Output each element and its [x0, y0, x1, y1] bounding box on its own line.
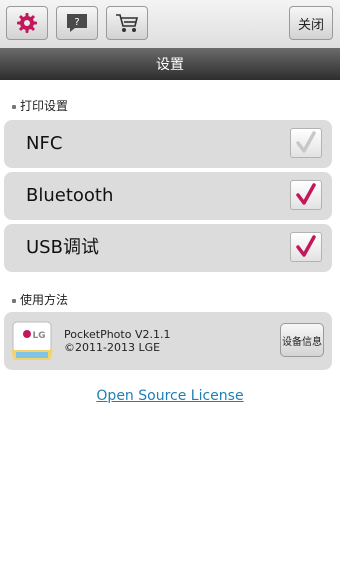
settings-row-nfc[interactable]: NFC [4, 120, 332, 168]
row-label: Bluetooth [26, 185, 114, 206]
row-label: USB调试 [26, 237, 99, 258]
top-toolbar: ? 关闭 [0, 0, 340, 48]
help-icon: ? [67, 14, 87, 32]
app-name: PocketPhoto V2.1.1 [64, 328, 171, 341]
checkmark-icon [296, 183, 316, 205]
app-info-text: PocketPhoto V2.1.1 ©2011-2013 LGE [64, 328, 170, 354]
checkmark-icon [296, 131, 316, 153]
gear-icon [17, 13, 37, 33]
section-print-settings: 打印设置 [12, 97, 68, 114]
open-source-license-link[interactable]: Open Source License [0, 388, 340, 404]
bullet-icon [12, 298, 16, 303]
close-button[interactable]: 关闭 [289, 6, 333, 40]
checkmark-icon [296, 235, 316, 257]
bullet-icon [12, 104, 16, 109]
row-label: NFC [26, 133, 63, 154]
cart-button[interactable] [106, 6, 148, 40]
cart-icon [116, 14, 139, 32]
settings-row-bluetooth[interactable]: Bluetooth [4, 172, 332, 220]
section-header: 打印设置 [20, 99, 69, 113]
pocketphoto-app-icon: LG [11, 321, 53, 360]
settings-button[interactable] [6, 6, 48, 40]
usb-debug-checkbox[interactable] [290, 232, 322, 262]
help-button[interactable]: ? [56, 6, 98, 40]
section-usage: 使用方法 [12, 291, 68, 308]
app-info-row: LG PocketPhoto V2.1.1 ©2011-2013 LGE 设备信… [4, 312, 332, 370]
nfc-checkbox[interactable] [290, 128, 322, 158]
settings-row-usb-debug[interactable]: USB调试 [4, 224, 332, 272]
device-info-button[interactable]: 设备信息 [280, 323, 324, 357]
bluetooth-checkbox[interactable] [290, 180, 322, 210]
section-header: 使用方法 [20, 293, 69, 307]
app-copyright: ©2011-2013 LGE [64, 341, 161, 354]
page-title: 设置 [0, 48, 340, 80]
svg-text:?: ? [74, 17, 79, 28]
app-logo-text: LG [32, 331, 45, 341]
